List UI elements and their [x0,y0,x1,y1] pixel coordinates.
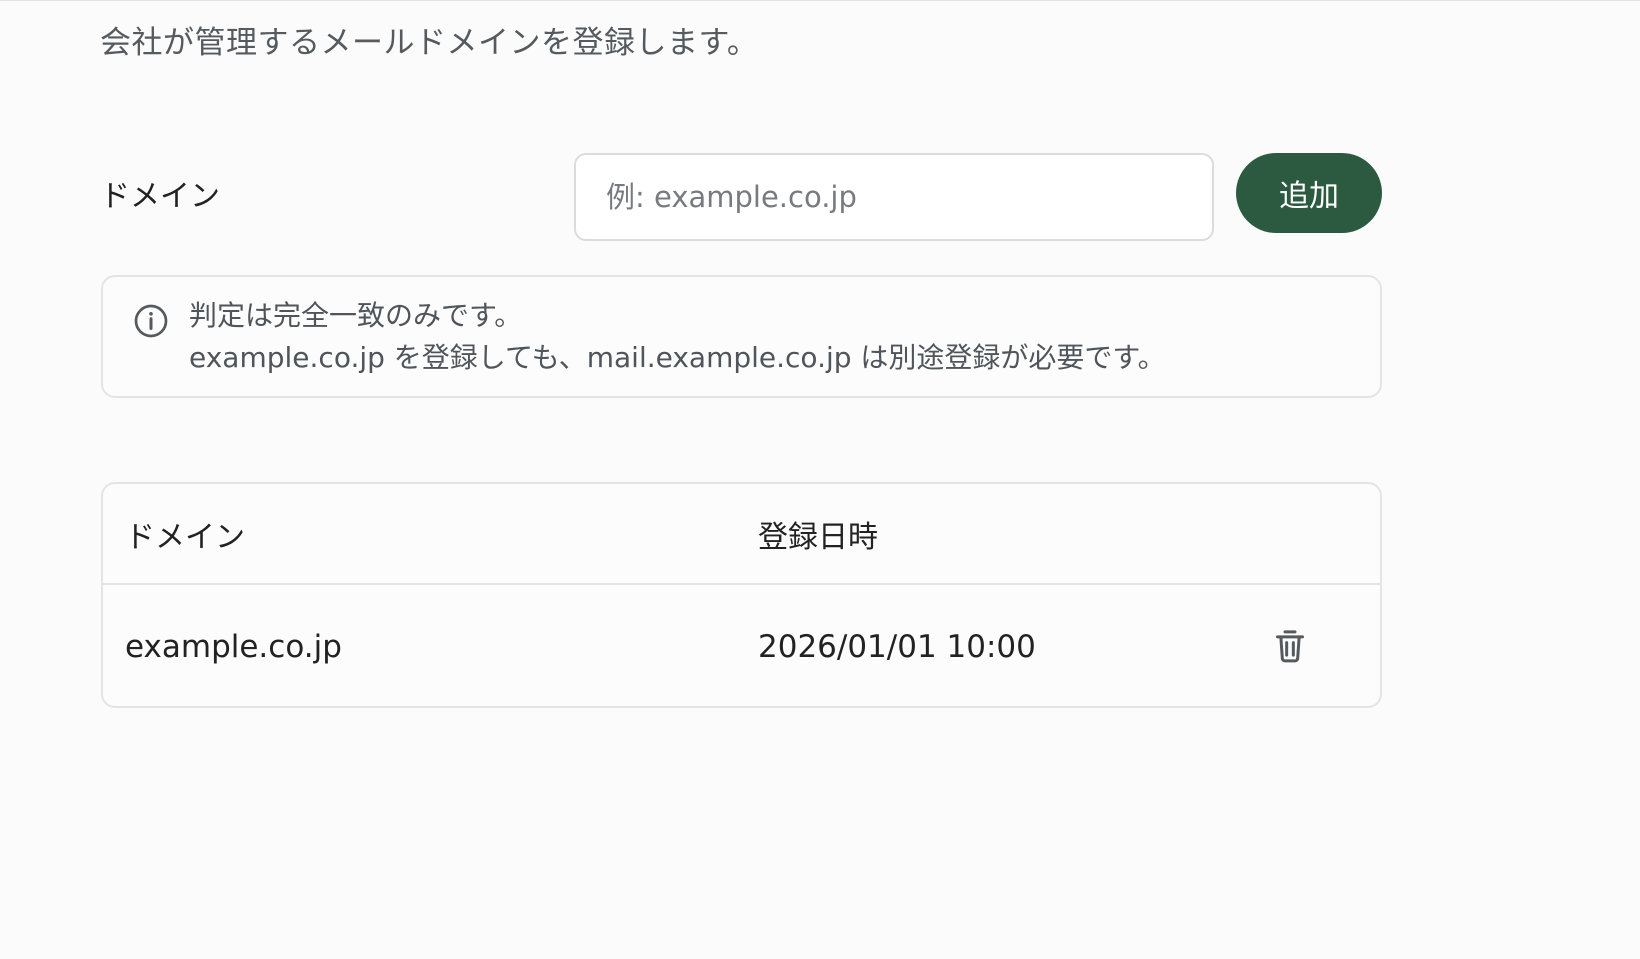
info-circle-icon [134,304,168,338]
trash-icon [1276,630,1304,663]
domain-input[interactable] [574,153,1214,241]
domain-settings-page: 会社が管理するメールドメインを登録します。 ドメイン 追加 判定は完全一致のみで… [0,0,1640,959]
column-header-registered-at: 登録日時 [758,520,878,555]
table-row: example.co.jp 2026/01/01 10:00 [103,585,1380,706]
column-header-domain: ドメイン [125,520,245,555]
row-registered-at: 2026/01/01 10:00 [758,629,1036,665]
info-line-1: 判定は完全一致のみです。 [189,299,523,332]
domain-form-label: ドメイン [100,179,220,214]
domain-table: ドメイン 登録日時 example.co.jp 2026/01/01 10:00 [101,482,1382,708]
row-domain: example.co.jp [125,629,342,665]
delete-button[interactable] [1270,625,1310,667]
info-notice: 判定は完全一致のみです。 example.co.jp を登録しても、mail.e… [101,275,1382,398]
page-description: 会社が管理するメールドメインを登録します。 [100,25,759,61]
info-text: 判定は完全一致のみです。 example.co.jp を登録しても、mail.e… [189,295,1166,379]
table-header: ドメイン 登録日時 [103,484,1380,585]
add-button[interactable]: 追加 [1236,153,1382,233]
info-line-2: example.co.jp を登録しても、mail.example.co.jp … [189,341,1166,374]
